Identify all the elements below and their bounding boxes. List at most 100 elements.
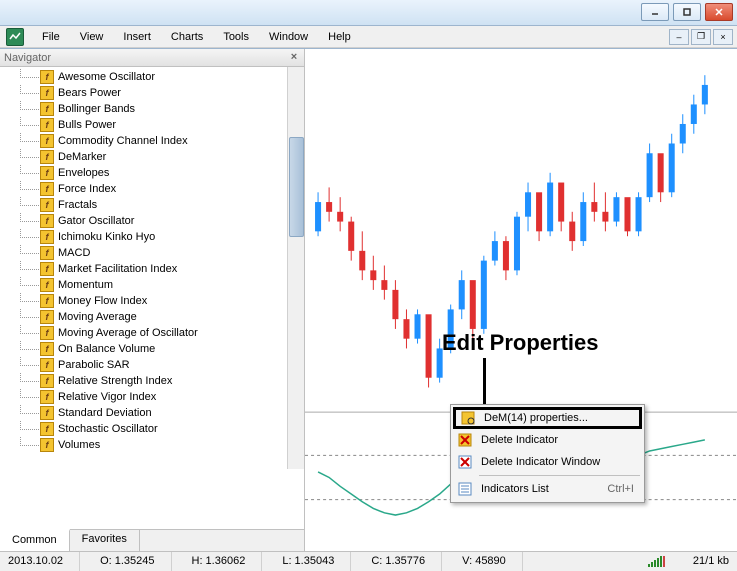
tree-item-label: Bollinger Bands [58, 103, 135, 115]
status-kb: 21/1 kb [693, 555, 729, 567]
indicator-icon: f [40, 166, 54, 180]
tree-item[interactable]: f Ichimoku Kinko Hyo [0, 229, 304, 245]
tree-item[interactable]: fVolumes [0, 437, 304, 453]
status-close: C: 1.35776 [371, 552, 442, 571]
menu-help[interactable]: Help [318, 28, 361, 46]
tab-favorites[interactable]: Favorites [70, 530, 140, 551]
menu-tools[interactable]: Tools [213, 28, 259, 46]
menu-insert[interactable]: Insert [113, 28, 161, 46]
tree-item[interactable]: fMoving Average [0, 309, 304, 325]
tree-item-label: Standard Deviation [58, 407, 152, 419]
indicator-icon: f [40, 422, 54, 436]
tree-item[interactable]: fMoving Average of Oscillator [0, 325, 304, 341]
mdi-minimize-button[interactable]: – [669, 29, 689, 45]
tree-item[interactable]: f Force Index [0, 181, 304, 197]
mdi-restore-button[interactable]: ❐ [691, 29, 711, 45]
tree-item[interactable]: fMomentum [0, 277, 304, 293]
delete-window-icon [457, 454, 473, 470]
ctx-indicators-list[interactable]: Indicators List Ctrl+I [453, 478, 642, 500]
tab-common[interactable]: Common [0, 529, 70, 551]
tree-item-label: Relative Vigor Index [58, 391, 156, 403]
indicator-icon: f [40, 198, 54, 212]
tree-item[interactable]: f Market Facilitation Index [0, 261, 304, 277]
ctx-shortcut: Ctrl+I [607, 483, 642, 495]
ctx-delete-indicator[interactable]: Delete Indicator [453, 429, 642, 451]
tree-item-label: Market Facilitation Index [58, 263, 177, 275]
status-low: L: 1.35043 [282, 552, 351, 571]
ctx-properties-label: DeM(14) properties... [484, 412, 588, 424]
tree-item-label: Commodity Channel Index [58, 135, 188, 147]
navigator-tabs: Common Favorites [0, 529, 304, 551]
tree-item[interactable]: fEnvelopes [0, 165, 304, 181]
tree-item[interactable]: fStochastic Oscillator [0, 421, 304, 437]
indicator-icon: f [40, 182, 54, 196]
indicator-icon: f [40, 278, 54, 292]
tree-item[interactable]: fBears Power [0, 85, 304, 101]
tree-item[interactable]: f Commodity Channel Index [0, 133, 304, 149]
indicator-icon: f [40, 246, 54, 260]
tree-item[interactable]: f Bollinger Bands [0, 101, 304, 117]
status-volume: V: 45890 [462, 552, 523, 571]
tree-item-label: Moving Average of Oscillator [58, 327, 198, 339]
minimize-button[interactable] [641, 3, 669, 21]
indicator-icon: f [40, 374, 54, 388]
tree-item[interactable]: fMoney Flow Index [0, 293, 304, 309]
tree-item[interactable]: fRelative Strength Index [0, 373, 304, 389]
tree-item-label: Ichimoku Kinko Hyo [58, 231, 155, 243]
tree-item[interactable]: f DeMarker [0, 149, 304, 165]
tree-item[interactable]: f Bulls Power [0, 117, 304, 133]
indicator-icon: f [40, 118, 54, 132]
app-icon [6, 28, 24, 46]
tree-item-label: Force Index [58, 183, 116, 195]
tree-item[interactable]: f Parabolic SAR [0, 357, 304, 373]
indicator-icon: f [40, 358, 54, 372]
tree-item-label: On Balance Volume [58, 343, 155, 355]
ctx-delete-window[interactable]: Delete Indicator Window [453, 451, 642, 473]
status-open: O: 1.35245 [100, 552, 171, 571]
indicator-icon: f [40, 150, 54, 164]
titlebar [0, 0, 737, 26]
menu-charts[interactable]: Charts [161, 28, 213, 46]
menu-view[interactable]: View [70, 28, 114, 46]
tree-item[interactable]: fFractals [0, 197, 304, 213]
tree-item-label: Gator Oscillator [58, 215, 134, 227]
navigator-title: Navigator [4, 52, 51, 64]
tree-item-label: Awesome Oscillator [58, 71, 155, 83]
maximize-button[interactable] [673, 3, 701, 21]
tree-item[interactable]: fStandard Deviation [0, 405, 304, 421]
tree-item[interactable]: fAwesome Oscillator [0, 69, 304, 85]
delete-indicator-icon [457, 432, 473, 448]
indicator-icon: f [40, 310, 54, 324]
tree-item[interactable]: fOn Balance Volume [0, 341, 304, 357]
indicator-icon: f [40, 438, 54, 452]
navigator-tree[interactable]: fAwesome OscillatorfBears PowerfBollinge… [0, 67, 304, 528]
tree-item-label: Bears Power [58, 87, 121, 99]
menubar: FileViewInsertChartsToolsWindowHelp – ❐ … [0, 26, 737, 48]
context-menu: DeM(14) properties... Delete Indicator D… [450, 404, 645, 503]
indicator-icon: f [40, 230, 54, 244]
indicator-icon: f [40, 134, 54, 148]
menu-window[interactable]: Window [259, 28, 318, 46]
ctx-separator [479, 475, 640, 476]
mdi-close-button[interactable]: × [713, 29, 733, 45]
tree-item[interactable]: f Gator Oscillator [0, 213, 304, 229]
scrollbar[interactable] [287, 67, 304, 468]
navigator-panel: Navigator × fAwesome OscillatorfBears Po… [0, 49, 305, 550]
tree-item[interactable]: fMACD [0, 245, 304, 261]
indicator-icon: f [40, 102, 54, 116]
ctx-properties[interactable]: DeM(14) properties... [453, 407, 642, 429]
menu-file[interactable]: File [32, 28, 70, 46]
tree-item-label: DeMarker [58, 151, 106, 163]
close-button[interactable] [705, 3, 733, 21]
tree-item-label: Parabolic SAR [58, 359, 130, 371]
navigator-close-icon[interactable]: × [288, 52, 300, 64]
mdi-controls: – ❐ × [669, 29, 737, 45]
scroll-thumb[interactable] [289, 137, 304, 237]
status-date: 2013.10.02 [8, 552, 80, 571]
indicator-icon: f [40, 262, 54, 276]
tree-item-label: Bulls Power [58, 119, 116, 131]
indicator-icon: f [40, 214, 54, 228]
tree-item[interactable]: fRelative Vigor Index [0, 389, 304, 405]
ctx-delete-indicator-label: Delete Indicator [481, 434, 558, 446]
connection-bars-icon [648, 555, 665, 567]
